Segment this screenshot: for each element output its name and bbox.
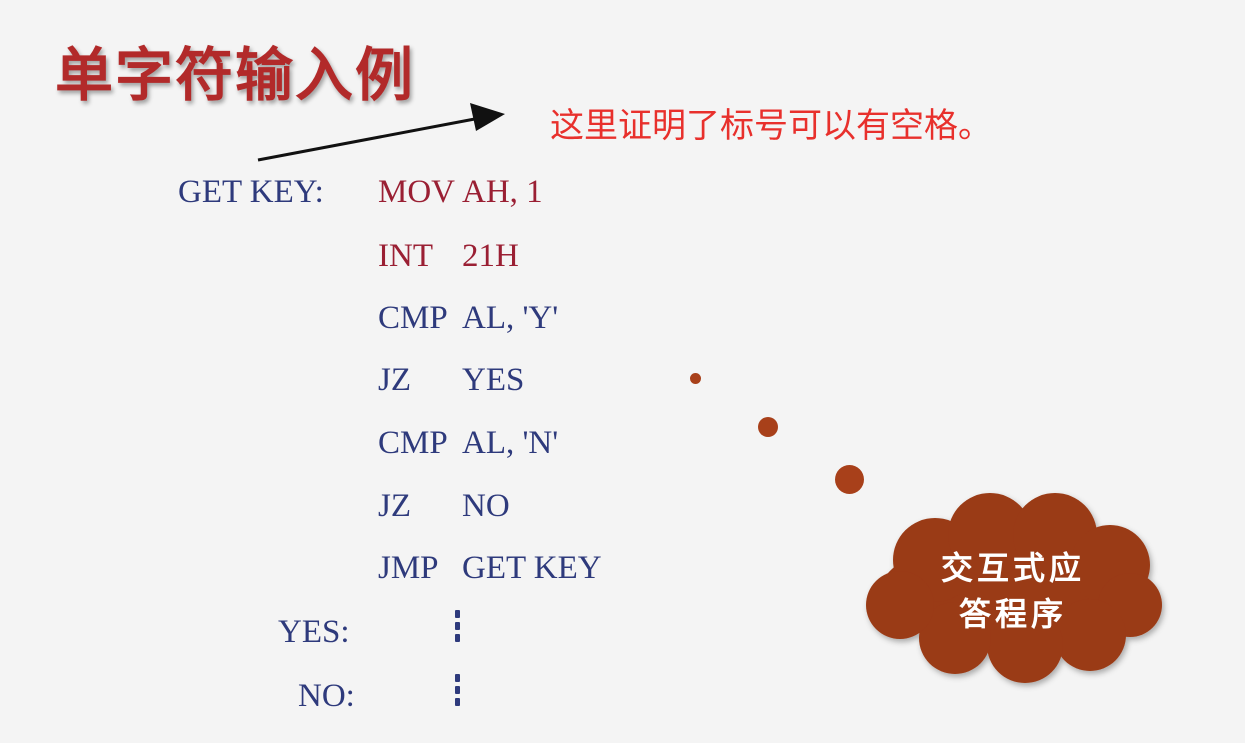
slide: 单字符输入例 这里证明了标号可以有空格。 GET KEY: MOV AH, 1 …	[0, 0, 1245, 743]
cloud-text-line-2: 答程序	[958, 595, 1067, 633]
cloud-text-line-1: 交互式应	[940, 549, 1085, 587]
cloud-text: 交互式应 答程序	[908, 545, 1118, 637]
